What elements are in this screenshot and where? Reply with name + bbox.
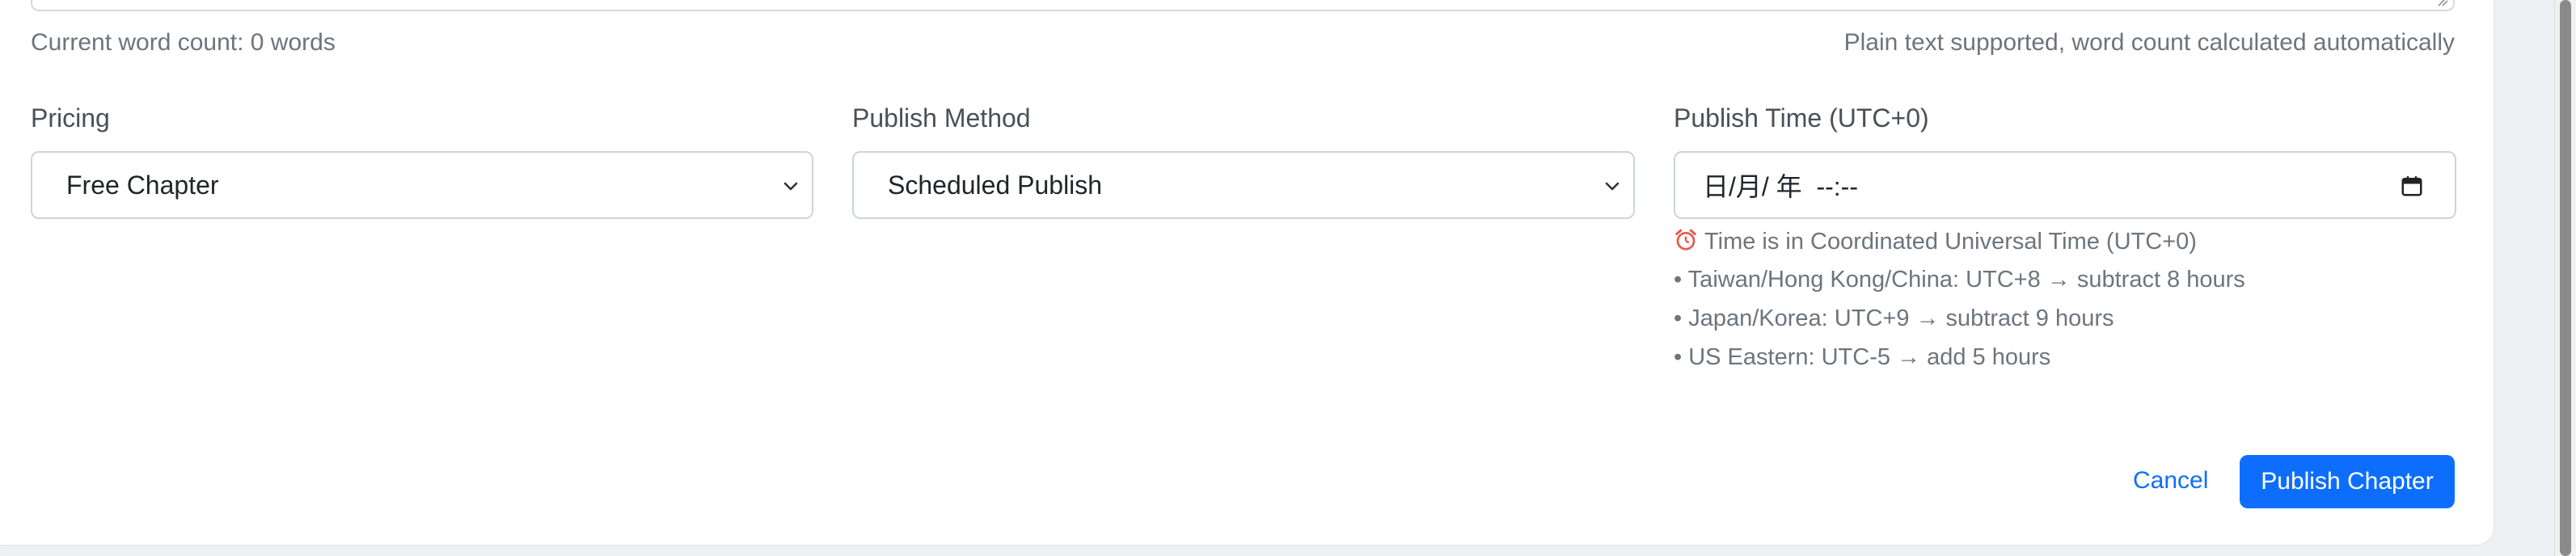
publish-method-selected-value: Scheduled Publish bbox=[888, 170, 1103, 200]
publish-time-label: Publish Time (UTC+0) bbox=[1674, 103, 1929, 133]
alarm-clock-icon bbox=[1675, 229, 1696, 251]
page-scrollbar[interactable] bbox=[2554, 0, 2576, 556]
publish-method-label: Publish Method bbox=[852, 103, 1031, 133]
cancel-button[interactable]: Cancel bbox=[2118, 454, 2223, 508]
chevron-down-icon bbox=[1605, 182, 1620, 191]
pricing-label: Pricing bbox=[31, 103, 110, 133]
utc-note-text: Time is in Coordinated Universal Time (U… bbox=[1704, 229, 2197, 255]
pricing-select[interactable]: Free Chapter bbox=[31, 151, 813, 219]
page: Current word count: 0 words Plain text s… bbox=[0, 0, 2576, 556]
format-helper-text: Plain text supported, word count calcula… bbox=[1843, 29, 2455, 56]
resize-grip-icon[interactable] bbox=[2437, 0, 2448, 6]
word-count-text: Current word count: 0 words bbox=[31, 29, 336, 56]
publish-chapter-button[interactable]: Publish Chapter bbox=[2240, 455, 2455, 508]
timezone-note-taiwan: • Taiwan/Hong Kong/China: UTC+8 → subtra… bbox=[1674, 267, 2245, 293]
calendar-icon[interactable] bbox=[2400, 174, 2424, 198]
timezone-note-us-eastern: • US Eastern: UTC-5 → add 5 hours bbox=[1674, 344, 2051, 370]
publish-method-select[interactable]: Scheduled Publish bbox=[852, 151, 1635, 219]
publish-time-input[interactable]: 日/月/ 年 --:-- bbox=[1674, 151, 2456, 219]
timezone-note-japan: • Japan/Korea: UTC+9 → subtract 9 hours bbox=[1674, 305, 2114, 331]
utc-note: Time is in Coordinated Universal Time (U… bbox=[1674, 228, 2197, 255]
chevron-down-icon bbox=[783, 182, 798, 191]
scrollbar-thumb[interactable] bbox=[2560, 0, 2571, 556]
pricing-selected-value: Free Chapter bbox=[66, 170, 219, 200]
publish-time-placeholder: 日/月/ 年 --:-- bbox=[1703, 172, 1858, 201]
chapter-content-textarea[interactable] bbox=[31, 0, 2455, 11]
